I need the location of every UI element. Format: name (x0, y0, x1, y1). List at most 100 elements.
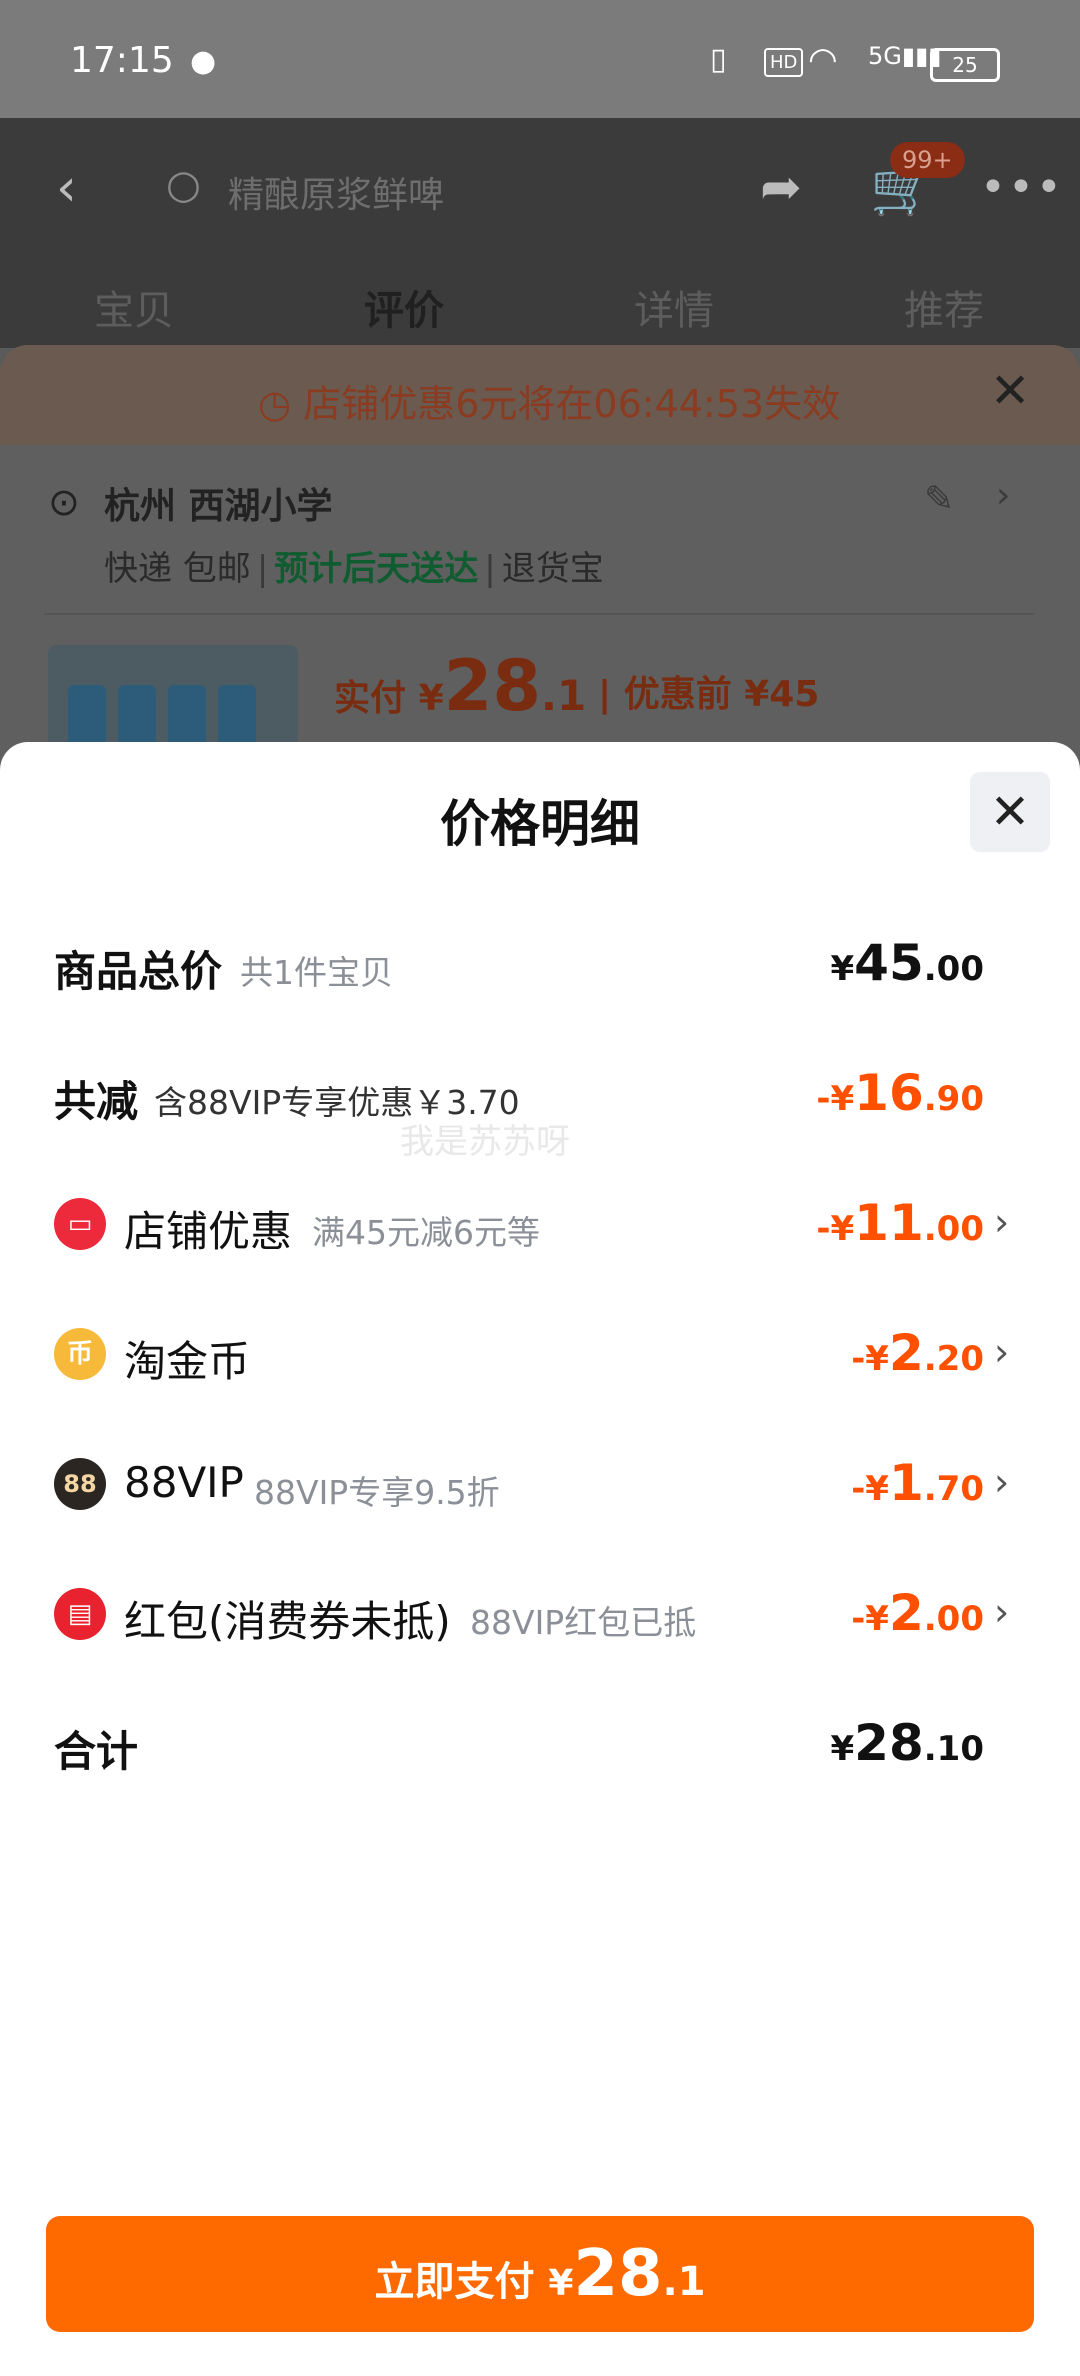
divider (44, 613, 1034, 615)
amount-int: 28 (854, 1714, 924, 1772)
amount-currency: ¥ (830, 949, 855, 989)
amount-currency: ¥ (830, 1729, 855, 1769)
coupon-expiry-text: ◷ 店铺优惠6元将在06:44:53失效 (258, 382, 841, 426)
amount-dec: .70 (923, 1469, 984, 1509)
ship-method: 快递 包邮 (104, 549, 251, 589)
row-amount: -¥11.00 (816, 1194, 984, 1252)
amount-currency: -¥ (816, 1079, 855, 1119)
coin-icon: 币 (54, 1328, 106, 1380)
paid-int: 28 (443, 645, 542, 727)
row-sub: 满45元减6元等 (312, 1213, 540, 1252)
chevron-right-icon[interactable]: › (994, 1200, 1009, 1244)
pay-now-button[interactable]: 立即支付 ¥28.1 (46, 2216, 1034, 2332)
delivery-estimate: 预计后天送达 (274, 549, 479, 589)
watermark: 我是苏苏呀 (400, 1122, 570, 1162)
row-label: 淘金币 (124, 1337, 251, 1386)
wechat-icon: ● (190, 44, 217, 79)
amount-dec: .00 (923, 1599, 984, 1639)
edit-icon[interactable]: ✎ (924, 479, 954, 520)
amount-dec: .00 (923, 1209, 984, 1249)
tab-baobei[interactable]: 宝贝 (94, 278, 174, 336)
pay-currency: ¥ (548, 2263, 574, 2304)
pay-button-label: 立即支付 ¥28.1 (374, 2237, 706, 2311)
row-amount: -¥1.70 (851, 1454, 984, 1512)
shop-icon: ▭ (54, 1198, 106, 1250)
search-icon: ○ (166, 162, 201, 208)
row-label: 88VIP (124, 1458, 244, 1507)
amount-currency: -¥ (816, 1209, 855, 1249)
vibrate-icon: ▯ (710, 42, 727, 77)
back-arrow-icon[interactable]: ‹ (56, 158, 77, 218)
amount-dec: .90 (923, 1079, 984, 1119)
row-label: 店铺优惠 (124, 1207, 293, 1256)
paid-dec: .1 (541, 671, 587, 720)
close-icon[interactable]: ✕ (990, 363, 1030, 419)
wifi-icon: ◠ (808, 40, 838, 80)
row-label: 商品总价 (54, 947, 223, 996)
amount-int: 11 (854, 1194, 924, 1252)
amount-currency: -¥ (851, 1339, 889, 1379)
amount-int: 2 (888, 1324, 924, 1382)
shipping-info: 快递 包邮 | 预计后天送达 | 退货宝 (104, 549, 604, 589)
row-sub: 共1件宝贝 (240, 953, 393, 992)
price-detail-sheet: 价格明细 ✕ 商品总价 共1件宝贝 ¥45.00 共减 含88VIP专享优惠￥3… (0, 742, 1080, 2376)
vip-icon: 88 (54, 1458, 106, 1510)
sheet-title: 价格明细 (440, 795, 640, 853)
amount-int: 16 (854, 1064, 924, 1122)
row-shop-discount[interactable]: ▭ 店铺优惠 满45元减6元等 -¥11.00 › (0, 1180, 1080, 1270)
chevron-right-icon[interactable]: › (994, 1590, 1009, 1634)
amount-int: 1 (888, 1454, 924, 1512)
amount-currency: -¥ (851, 1599, 889, 1639)
row-sub: 88VIP红包已抵 (470, 1603, 697, 1642)
tab-reviews[interactable]: 评价 (364, 278, 444, 336)
order-card: ◷ 店铺优惠6元将在06:44:53失效 ✕ ⊙ 杭州 西湖小学 快递 包邮 | 预… (0, 345, 1080, 775)
chevron-right-icon[interactable]: › (994, 1330, 1009, 1374)
paid-label: 实付 (334, 678, 407, 719)
network-type: 5G (868, 42, 902, 70)
row-amount: ¥45.00 (831, 934, 985, 992)
location-pin-icon: ⊙ (48, 480, 80, 524)
row-subtotal: 商品总价 共1件宝贝 ¥45.00 (0, 920, 1080, 1010)
more-icon[interactable]: ••• (980, 162, 1064, 213)
product-header: ‹ ○ 精酿原浆鲜啤 ➦ 🛒 99+ ••• 宝贝 评价 详情 推荐 (0, 118, 1080, 348)
row-88vip[interactable]: 88 88VIP 88VIP专享9.5折 -¥1.70 › (0, 1440, 1080, 1530)
amount-dec: .10 (923, 1729, 984, 1769)
battery-icon: 25 (930, 48, 1000, 82)
pre-discount-price: | 优惠前 ¥45 (598, 674, 820, 715)
pay-label: 立即支付 (374, 2259, 535, 2305)
amount-dec: .00 (923, 949, 984, 989)
paid-currency: ¥ (418, 678, 444, 719)
pay-dec: .1 (662, 2259, 706, 2305)
row-taojinbi[interactable]: 币 淘金币 -¥2.20 › (0, 1310, 1080, 1400)
paid-price: 实付 ¥28.1 (334, 645, 586, 727)
row-red-packet[interactable]: ▤ 红包(消费券未抵) 88VIP红包已抵 -¥2.00 › (0, 1570, 1080, 1660)
chevron-right-icon[interactable]: › (994, 1460, 1009, 1504)
amount-int: 45 (854, 934, 924, 992)
share-icon[interactable]: ➦ (760, 158, 802, 216)
tab-recommend[interactable]: 推荐 (904, 278, 984, 336)
row-label: 合计 (54, 1727, 139, 1776)
return-service: 退货宝 (501, 549, 604, 589)
pay-int: 28 (573, 2237, 663, 2311)
chevron-right-icon[interactable]: › (996, 475, 1010, 516)
row-label: 红包(消费券未抵) (124, 1597, 451, 1646)
amount-dec: .20 (923, 1339, 984, 1379)
row-total: 合计 ¥28.10 (0, 1700, 1080, 1790)
cart-badge: 99+ (890, 142, 965, 178)
row-sub: 88VIP专享9.5折 (254, 1473, 500, 1512)
row-amount: -¥2.00 (851, 1584, 984, 1642)
status-bar: 17:15 ● ▯ HD ◠ 5G▮▮▮ 25 (0, 0, 1080, 118)
row-label: 共减 (54, 1077, 139, 1126)
amount-currency: -¥ (851, 1469, 889, 1509)
row-amount: -¥2.20 (851, 1324, 984, 1382)
delivery-address[interactable]: 杭州 西湖小学 (104, 477, 333, 529)
hd-icon: HD (764, 48, 804, 77)
row-amount: ¥28.10 (831, 1714, 985, 1772)
red-packet-icon: ▤ (54, 1588, 106, 1640)
search-input[interactable]: 精酿原浆鲜啤 (228, 166, 444, 218)
coupon-notice: 店铺优惠6元将在06:44:53失效 (303, 382, 841, 426)
tab-details[interactable]: 详情 (634, 278, 714, 336)
row-amount: -¥16.90 (816, 1064, 984, 1122)
close-button[interactable]: ✕ (970, 772, 1050, 852)
status-time: 17:15 (70, 40, 174, 81)
